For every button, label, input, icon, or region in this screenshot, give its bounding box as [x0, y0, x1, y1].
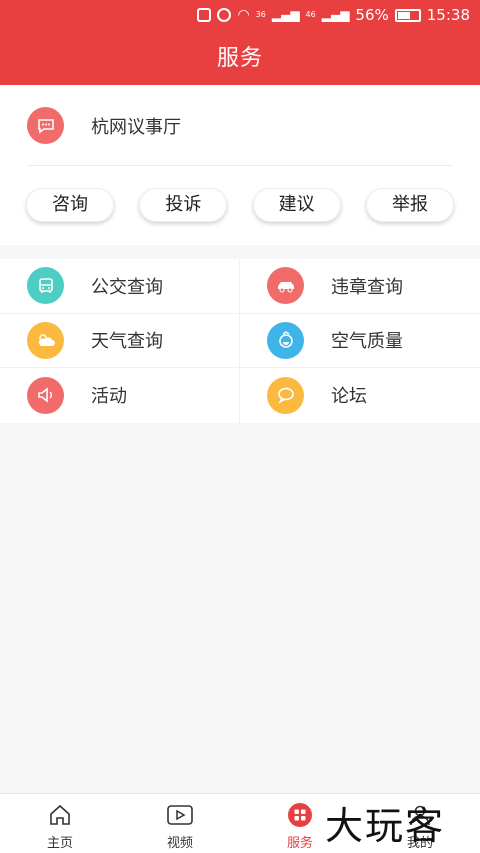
page-title: 服务 — [0, 33, 480, 85]
megaphone-icon — [27, 376, 64, 414]
service-label: 违章查询 — [331, 276, 403, 298]
services-icon — [287, 802, 313, 828]
home-icon — [47, 802, 73, 828]
hall-entry[interactable]: 杭网议事厅 — [27, 107, 181, 144]
signal-icon: ▂▄▆ — [321, 8, 350, 22]
signal-icon: ▂▄▆ — [271, 8, 300, 22]
divider — [27, 165, 453, 166]
suggestion-button[interactable]: 建议 — [252, 188, 341, 222]
service-air-quality[interactable]: 空气质量 — [240, 314, 480, 368]
action-pills: 咨询 投诉 建议 举报 — [26, 188, 454, 222]
weather-icon — [27, 321, 64, 359]
alarm-icon — [217, 8, 232, 22]
nav-label: 视频 — [166, 836, 193, 851]
status-bar: ◠ 36 ▂▄▆ 46 ▂▄▆ 56% 15:38 — [0, 0, 480, 33]
hall-card: 杭网议事厅 咨询 投诉 建议 举报 — [0, 85, 480, 245]
service-forum[interactable]: 论坛 — [240, 368, 480, 423]
network-36-icon: 36 — [255, 10, 266, 19]
nav-label: 主页 — [46, 836, 73, 851]
service-violation[interactable]: 违章查询 — [240, 259, 480, 313]
clock: 15:38 — [426, 6, 470, 24]
services-grid: 公交查询 违章查询 天气查询 空气质量 活动 论坛 — [0, 259, 480, 423]
service-activity[interactable]: 活动 — [0, 368, 240, 423]
service-label: 活动 — [91, 386, 127, 408]
bus-icon — [27, 267, 64, 305]
service-bus[interactable]: 公交查询 — [0, 259, 240, 313]
nav-home[interactable]: 主页 — [0, 794, 120, 853]
consult-button[interactable]: 咨询 — [26, 188, 114, 222]
nav-video[interactable]: 视频 — [120, 794, 240, 853]
wifi-icon: ◠ — [237, 7, 250, 23]
service-weather[interactable]: 天气查询 — [0, 313, 240, 367]
network-46-icon: 46 — [305, 10, 316, 19]
hall-label: 杭网议事厅 — [91, 116, 181, 138]
report-button[interactable]: 举报 — [365, 188, 454, 222]
vibrate-icon — [197, 8, 212, 22]
watermark-logo: 大玩客 — [325, 804, 446, 848]
air-quality-icon — [267, 321, 304, 359]
service-label: 天气查询 — [91, 331, 163, 353]
service-label: 空气质量 — [331, 331, 403, 353]
video-icon — [167, 802, 193, 828]
battery-percent: 56% — [355, 6, 389, 24]
battery-icon — [394, 8, 421, 22]
forum-icon — [267, 376, 304, 414]
nav-label: 服务 — [286, 836, 313, 851]
car-icon — [267, 267, 304, 305]
service-label: 公交查询 — [91, 276, 163, 298]
service-label: 论坛 — [331, 386, 367, 408]
complaint-button[interactable]: 投诉 — [139, 188, 228, 222]
chat-bubble-icon — [27, 107, 64, 144]
